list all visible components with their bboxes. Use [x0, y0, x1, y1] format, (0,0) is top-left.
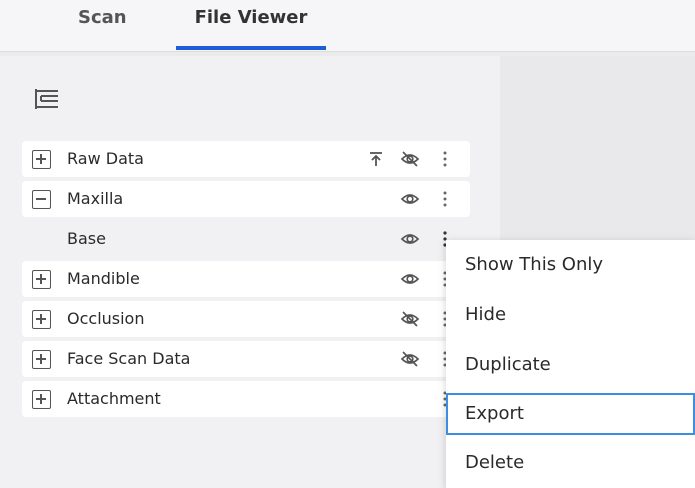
tree-row-label: Maxilla — [67, 189, 124, 208]
tree-row-attachment[interactable]: Attachment — [22, 381, 470, 417]
expand-icon[interactable] — [32, 350, 51, 369]
tree-row-occlusion[interactable]: Occlusion — [22, 301, 470, 337]
tree-row-label: Occlusion — [67, 309, 145, 328]
tab-scan[interactable]: Scan — [78, 0, 127, 52]
tab-file-viewer[interactable]: File Viewer — [176, 0, 326, 52]
eye-icon[interactable] — [400, 189, 420, 209]
expand-icon[interactable] — [32, 390, 51, 409]
collapse-icon[interactable] — [32, 190, 51, 209]
tree-row-base[interactable]: Base — [22, 221, 470, 257]
active-tab-indicator — [176, 46, 326, 50]
menu-item-export[interactable]: Export — [446, 393, 695, 435]
menu-item-show-this-only[interactable]: Show This Only — [446, 241, 695, 289]
eye-off-icon[interactable] — [400, 349, 420, 369]
context-menu: Show This Only Hide Duplicate Export Del… — [446, 240, 695, 488]
menu-item-delete[interactable]: Delete — [446, 439, 695, 487]
expand-icon[interactable] — [32, 270, 51, 289]
tree-row-label: Face Scan Data — [67, 349, 191, 368]
tree-row-face-scan-data[interactable]: Face Scan Data — [22, 341, 470, 377]
more-vertical-icon[interactable] — [440, 189, 450, 209]
upload-icon[interactable] — [366, 149, 386, 169]
more-vertical-icon[interactable] — [440, 149, 450, 169]
eye-icon[interactable] — [400, 229, 420, 249]
tab-bar: Scan File Viewer — [0, 0, 695, 52]
tree-row-maxilla[interactable]: Maxilla — [22, 181, 470, 217]
eye-off-icon[interactable] — [400, 309, 420, 329]
menu-item-hide[interactable]: Hide — [446, 291, 695, 339]
tree-row-raw-data[interactable]: Raw Data — [22, 141, 470, 177]
tree-row-label: Mandible — [67, 269, 140, 288]
expand-icon[interactable] — [32, 310, 51, 329]
menu-item-duplicate[interactable]: Duplicate — [446, 341, 695, 389]
tree-row-label: Base — [67, 229, 106, 248]
tree-row-mandible[interactable]: Mandible — [22, 261, 470, 297]
tree-view-icon[interactable] — [32, 87, 60, 113]
eye-icon[interactable] — [400, 269, 420, 289]
tree-row-label: Attachment — [67, 389, 161, 408]
expand-icon[interactable] — [32, 150, 51, 169]
tree-row-label: Raw Data — [67, 149, 144, 168]
eye-off-icon[interactable] — [400, 149, 420, 169]
